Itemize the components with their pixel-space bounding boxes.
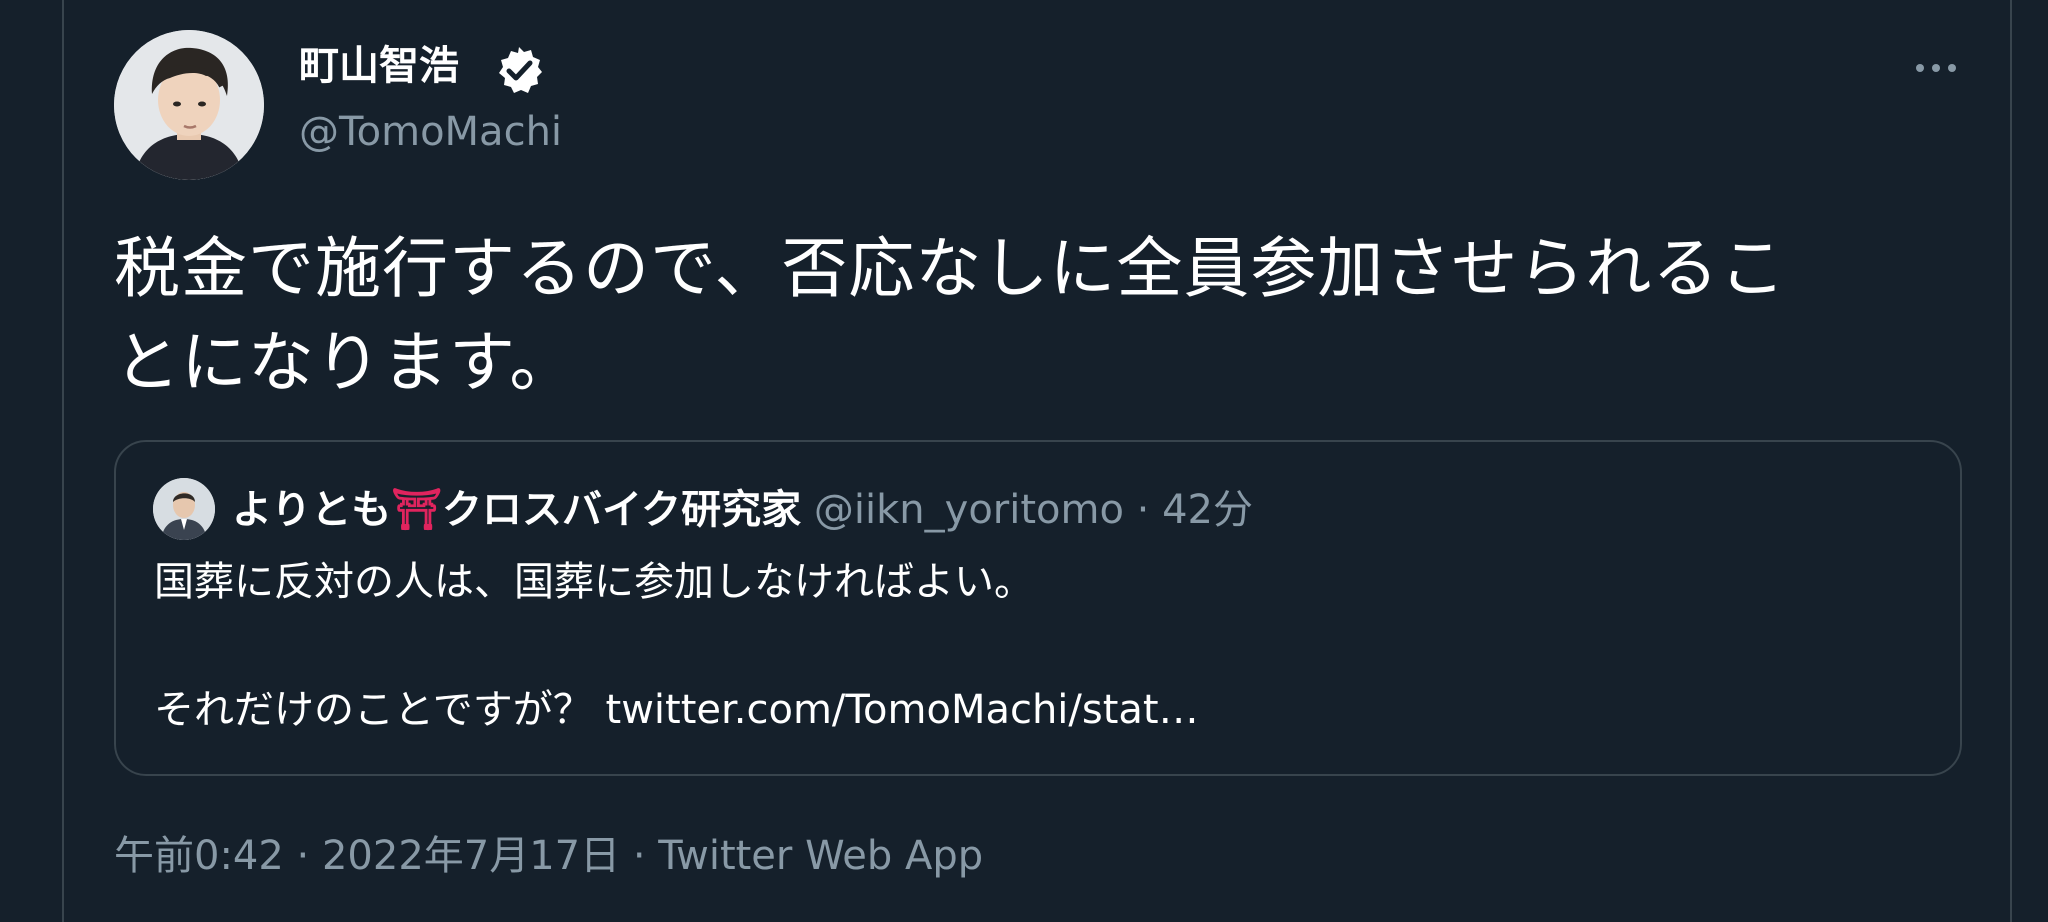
author-handle[interactable]: @TomoMachi bbox=[299, 104, 562, 160]
tweet-date[interactable]: 2022年7月17日 bbox=[322, 833, 620, 879]
tweet-text-line: 税金で施行するので、否応なしに全員参加させられるこ bbox=[114, 230, 1787, 307]
quoted-author-name-part: よりとも bbox=[232, 487, 392, 533]
tweet-text-line: とになります。 bbox=[114, 324, 577, 401]
quoted-author-handle[interactable]: @iikn_yoritomo bbox=[814, 487, 1124, 533]
avatar-image bbox=[114, 30, 264, 180]
tweet-text: 税金で施行するので、否応なしに全員参加させられるこ とになります。 bbox=[114, 222, 1914, 410]
tweet-time[interactable]: 午前0:42 bbox=[114, 833, 284, 879]
quoted-tweet-header: よりとも⛩クロスバイク研究家 @iikn_yoritomo · 42分 bbox=[232, 482, 1253, 538]
quoted-author-name-part: クロスバイク研究家 bbox=[441, 487, 802, 533]
quoted-tweet-text: 国葬に反対の人は、国葬に参加しなければよい。 それだけのことですが？ twitt… bbox=[154, 550, 1914, 742]
torii-icon: ⛩ bbox=[391, 487, 442, 533]
tweet-source[interactable]: Twitter Web App bbox=[658, 833, 983, 879]
separator-dot: · bbox=[1136, 487, 1150, 533]
quoted-tweet-card[interactable]: よりとも⛩クロスバイク研究家 @iikn_yoritomo · 42分 国葬に反… bbox=[114, 440, 1962, 776]
quoted-tweet-time[interactable]: 42分 bbox=[1162, 487, 1253, 533]
verified-badge-icon bbox=[493, 44, 545, 96]
quoted-tweet-text-line: 国葬に反対の人は、国葬に参加しなければよい。 bbox=[154, 559, 1034, 605]
author-display-name[interactable]: 町山智浩 bbox=[299, 38, 459, 94]
avatar-image bbox=[153, 478, 215, 540]
separator-dot: · bbox=[632, 833, 646, 879]
quoted-author-avatar[interactable] bbox=[153, 478, 215, 540]
separator-dot: · bbox=[296, 833, 310, 879]
more-options-icon[interactable] bbox=[1908, 48, 1964, 88]
quoted-tweet-text-line: それだけのことですが？ twitter.com/TomoMachi/stat… bbox=[154, 687, 1199, 733]
author-avatar[interactable] bbox=[114, 30, 264, 180]
tweet-metadata: 午前0:42 · 2022年7月17日 · Twitter Web App bbox=[114, 828, 983, 884]
quoted-author-display-name[interactable]: よりとも⛩クロスバイク研究家 bbox=[232, 487, 801, 533]
tweet-page: 町山智浩 @TomoMachi 税金で施行するので、否応なしに全員参加させられる… bbox=[0, 0, 2048, 922]
